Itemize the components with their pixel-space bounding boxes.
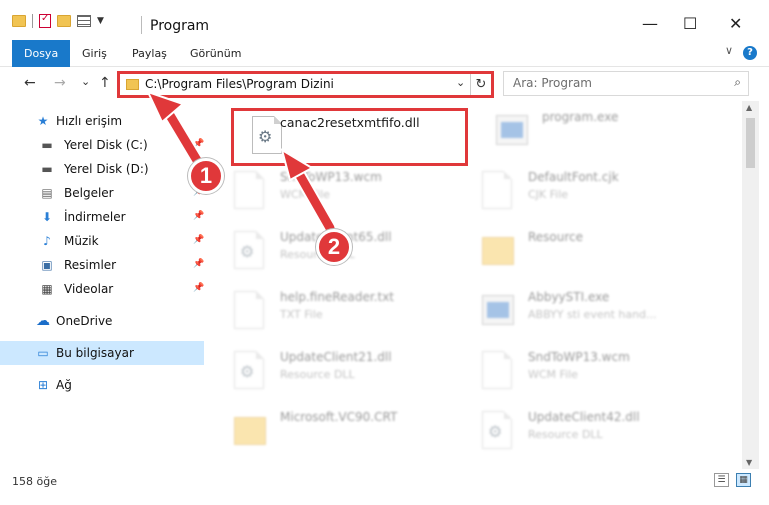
scroll-down-icon[interactable]: ▼ <box>746 458 752 467</box>
item-count: 158 öğe <box>12 475 57 488</box>
status-bar: 158 öğe <box>0 469 769 493</box>
arrow-2 <box>280 147 337 235</box>
scroll-up-icon[interactable]: ▲ <box>746 103 752 112</box>
annotation-arrows <box>146 90 337 235</box>
step-badge-2: 2 <box>316 229 352 265</box>
scrollbar-thumb[interactable] <box>746 118 755 168</box>
details-view-icon[interactable]: ☰ <box>714 473 729 487</box>
step-badge-1: 1 <box>188 158 224 194</box>
vertical-scrollbar[interactable]: ▲ ▼ <box>742 101 759 469</box>
tiles-view-icon[interactable]: ▦ <box>736 473 751 487</box>
